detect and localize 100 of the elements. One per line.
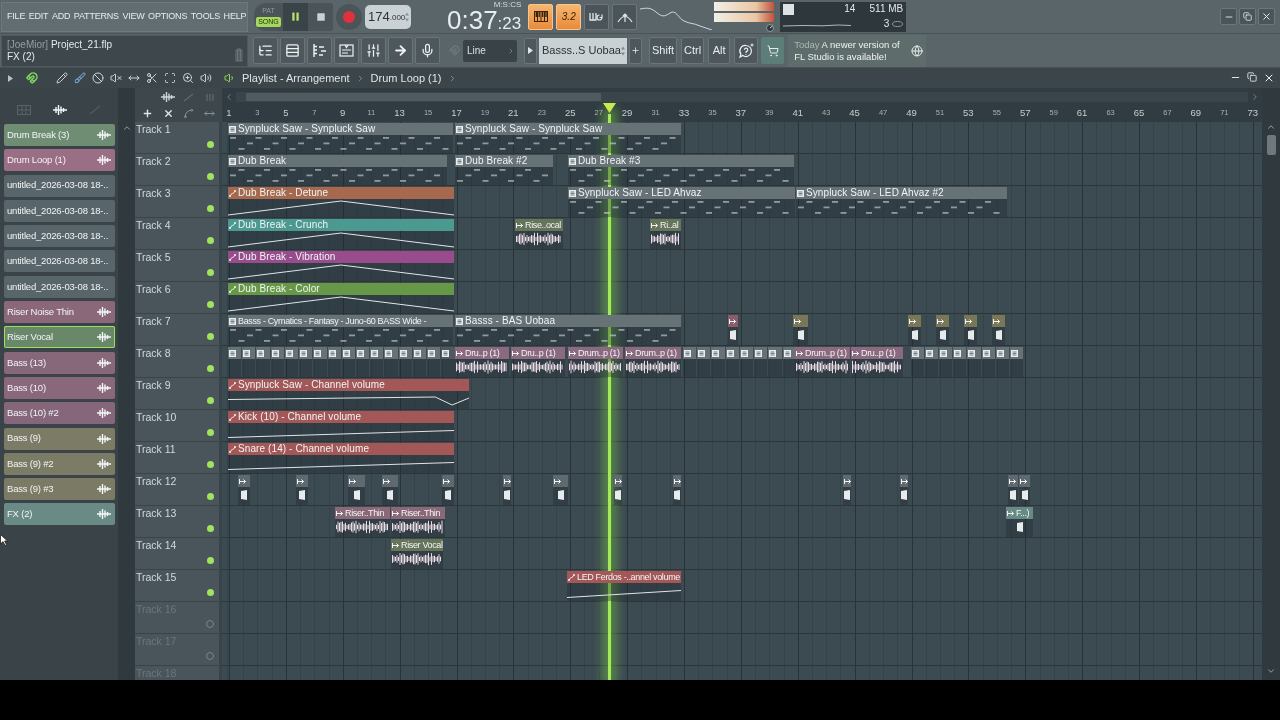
clip-source-item[interactable]: Drum Loop (1) (4, 149, 115, 172)
clip-source-item[interactable]: Bass (13) (4, 351, 115, 374)
pattern-clip[interactable] (697, 347, 711, 377)
clip-source-item[interactable]: Bass (9) (4, 427, 115, 450)
pattern-clip[interactable] (270, 347, 284, 377)
clip-source-item[interactable]: Bass (10) #2 (4, 402, 115, 425)
pattern-clip[interactable]: Dub Break #3 (568, 155, 794, 185)
audio-clip[interactable] (964, 315, 977, 345)
clip-source-item[interactable]: untitled_2026-03-08 18-.. (4, 225, 115, 248)
pattern-clip[interactable] (341, 347, 355, 377)
modifier-key-button[interactable]: Shift (649, 37, 677, 64)
toolbar-button[interactable] (334, 37, 359, 64)
clip-source-item[interactable]: Riser Noise Thin (4, 301, 115, 324)
pattern-clip[interactable]: Synpluck Saw - LED Ahvaz (568, 187, 795, 217)
pattern-clip[interactable] (441, 347, 455, 377)
pattern-clip[interactable] (355, 347, 370, 377)
arc-button[interactable] (612, 3, 638, 30)
close-icon[interactable] (1263, 72, 1275, 84)
menu-item[interactable]: EDIT (28, 12, 49, 21)
audio-clip[interactable] (1008, 475, 1018, 505)
track-header[interactable]: Track 2 (135, 154, 222, 186)
audio-clip[interactable]: Riser..Thin (335, 507, 390, 537)
track-header[interactable]: Track 6 (135, 282, 222, 314)
audio-clip[interactable] (553, 475, 568, 505)
pattern-clip[interactable] (725, 347, 739, 377)
scroll-up-icon[interactable] (1266, 122, 1276, 132)
pattern-clip[interactable] (768, 347, 782, 377)
pattern-clip[interactable] (981, 347, 995, 377)
pattern-clip[interactable] (953, 347, 967, 377)
audio-clip[interactable] (936, 315, 949, 345)
menu-item[interactable]: HELP (223, 12, 247, 21)
modifier-key-button[interactable]: Alt (708, 37, 731, 64)
pattern-clip[interactable] (370, 347, 384, 377)
pattern-clip[interactable] (398, 347, 412, 377)
piano-button[interactable] (528, 3, 554, 30)
audio-clip[interactable] (900, 475, 908, 505)
audio-clip[interactable]: Drum..p (1) (568, 347, 623, 377)
audio-clip[interactable]: F...) (1006, 507, 1033, 537)
pattern-clip[interactable]: Basss - BAS Uobaa (455, 315, 681, 345)
track-header[interactable]: Track 15 (135, 570, 222, 602)
minimize-button[interactable] (1220, 8, 1237, 25)
track-header[interactable]: Track 11 (135, 442, 222, 474)
mute-icon[interactable] (110, 72, 122, 84)
automation-clip[interactable]: Dub Break - Vibration (228, 251, 454, 281)
audio-clip[interactable]: Dru..p (1) (511, 347, 565, 377)
audio-clip[interactable]: Dru..p (1) (851, 347, 903, 377)
pattern-clip[interactable]: Synpluck Saw - LED Ahvaz #2 (796, 187, 1007, 217)
help-button[interactable] (734, 37, 759, 64)
cart-button[interactable] (761, 37, 785, 64)
track-header[interactable]: Track 7 (135, 314, 222, 346)
pattern-clip[interactable] (1010, 347, 1024, 377)
audio-clip[interactable] (793, 315, 808, 345)
audio-clip[interactable] (238, 475, 250, 505)
scroll-down-icon[interactable] (1266, 666, 1276, 676)
audio-clip[interactable] (843, 475, 851, 505)
audio-clip[interactable] (673, 475, 681, 505)
pause-button[interactable] (283, 2, 308, 31)
pattern-clip[interactable] (384, 347, 398, 377)
add-pattern-button[interactable] (629, 37, 642, 64)
audio-clip[interactable]: Drum..p (1) (795, 347, 850, 377)
track-header[interactable]: Track 5 (135, 250, 222, 282)
pattern-clip[interactable] (967, 347, 981, 377)
audio-clip[interactable]: Rise..ocal (515, 219, 563, 249)
toolbar-button[interactable] (361, 37, 386, 64)
snap-dropdown[interactable]: Line (463, 39, 517, 62)
clip-source-item[interactable]: Riser Vocal (4, 326, 115, 349)
zoom-icon[interactable] (182, 72, 194, 84)
pattern-field[interactable]: Basss..S Uobaa (539, 37, 627, 64)
track-header[interactable]: Track 9 (135, 378, 222, 410)
audio-clip[interactable] (296, 475, 308, 505)
speaker-icon[interactable] (200, 72, 212, 84)
pattern-clip[interactable]: Synpluck Saw - Synpluck Saw (228, 123, 453, 153)
clip-source-item[interactable]: Bass (10) (4, 376, 115, 399)
pattern-clip[interactable]: Basss - Cymatics - Fantasy - Juno-60 BASS Wide - (228, 315, 453, 345)
audio-clip[interactable] (503, 475, 511, 505)
pattern-clip[interactable]: Dub Break (228, 155, 447, 185)
audio-clip[interactable]: Riser..Thin (391, 507, 445, 537)
menu-item[interactable]: FILE (7, 12, 26, 21)
audio-clip[interactable] (382, 475, 398, 505)
brush-icon[interactable] (74, 72, 86, 84)
pattern-clip[interactable]: Synpluck Saw - Synpluck Saw (455, 123, 681, 153)
audio-clip[interactable]: Dru..p (1) (455, 347, 509, 377)
stop-button[interactable] (308, 2, 333, 31)
clip-source-item[interactable]: untitled_2026-03-08 18-.. (4, 275, 115, 298)
modifier-key-button[interactable]: Ctrl (681, 37, 705, 64)
audio-clip[interactable] (348, 475, 365, 505)
track-header[interactable]: Track 12 (135, 474, 222, 506)
tempo-field[interactable]: 174.000 (365, 4, 411, 29)
audio-clip[interactable] (992, 315, 1005, 345)
audio-clip[interactable]: Drum..p (1) (625, 347, 681, 377)
menu-item[interactable]: PATTERNS (73, 12, 119, 21)
number-button[interactable]: 3.2 (556, 3, 582, 30)
toolbar-button[interactable] (388, 37, 413, 64)
automation-clip[interactable]: LED Ferdos -..annel volume (567, 571, 681, 601)
pattern-clip[interactable]: Dub Break #2 (455, 155, 553, 185)
pattern-clip[interactable] (327, 347, 341, 377)
close-icon[interactable] (162, 107, 174, 119)
pattern-clip[interactable] (228, 347, 242, 377)
pattern-clip[interactable] (754, 347, 768, 377)
pattern-clip[interactable] (939, 347, 953, 377)
